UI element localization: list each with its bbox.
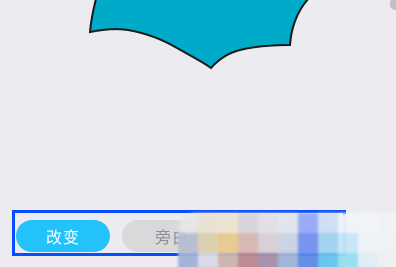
mosaic-tile (198, 213, 218, 233)
mosaic-tile (338, 213, 358, 233)
mosaic-tile (378, 233, 396, 253)
mosaic-tile (378, 253, 396, 267)
mosaic-tile (198, 233, 218, 253)
mosaic-tile (358, 233, 378, 253)
pixelated-overlay (178, 213, 396, 267)
mosaic-tile (358, 253, 378, 267)
mosaic-tile (218, 233, 238, 253)
mosaic-tile (298, 253, 318, 267)
mosaic-tile (318, 213, 338, 233)
app-screen: 改变 旁白 (0, 0, 396, 267)
mosaic-tile (338, 253, 358, 267)
scroll-handle[interactable] (390, 0, 396, 10)
mosaic-tile (318, 233, 338, 253)
mosaic-tile (338, 233, 358, 253)
teal-bat-shape-path (88, 0, 309, 70)
mosaic-tile (178, 233, 198, 253)
mosaic-tile (218, 213, 238, 233)
mosaic-tile (258, 213, 278, 233)
teal-bat-shape (88, 0, 309, 70)
mosaic-tile (178, 253, 198, 267)
mosaic-tile (298, 233, 318, 253)
mosaic-tile (278, 253, 298, 267)
mosaic-tile (298, 213, 318, 233)
mosaic-tile (278, 233, 298, 253)
mosaic-tile (218, 253, 238, 267)
drawing-canvas[interactable] (0, 0, 396, 200)
mosaic-tile (238, 253, 258, 267)
mosaic-tile (358, 213, 378, 233)
change-button[interactable]: 改变 (16, 220, 110, 252)
mosaic-tile (278, 213, 298, 233)
mosaic-tile (258, 253, 278, 267)
mosaic-tile (378, 213, 396, 233)
mosaic-tile (318, 253, 338, 267)
mosaic-tile (238, 213, 258, 233)
mosaic-tile (238, 233, 258, 253)
mosaic-tile (198, 253, 218, 267)
mosaic-tile (258, 233, 278, 253)
